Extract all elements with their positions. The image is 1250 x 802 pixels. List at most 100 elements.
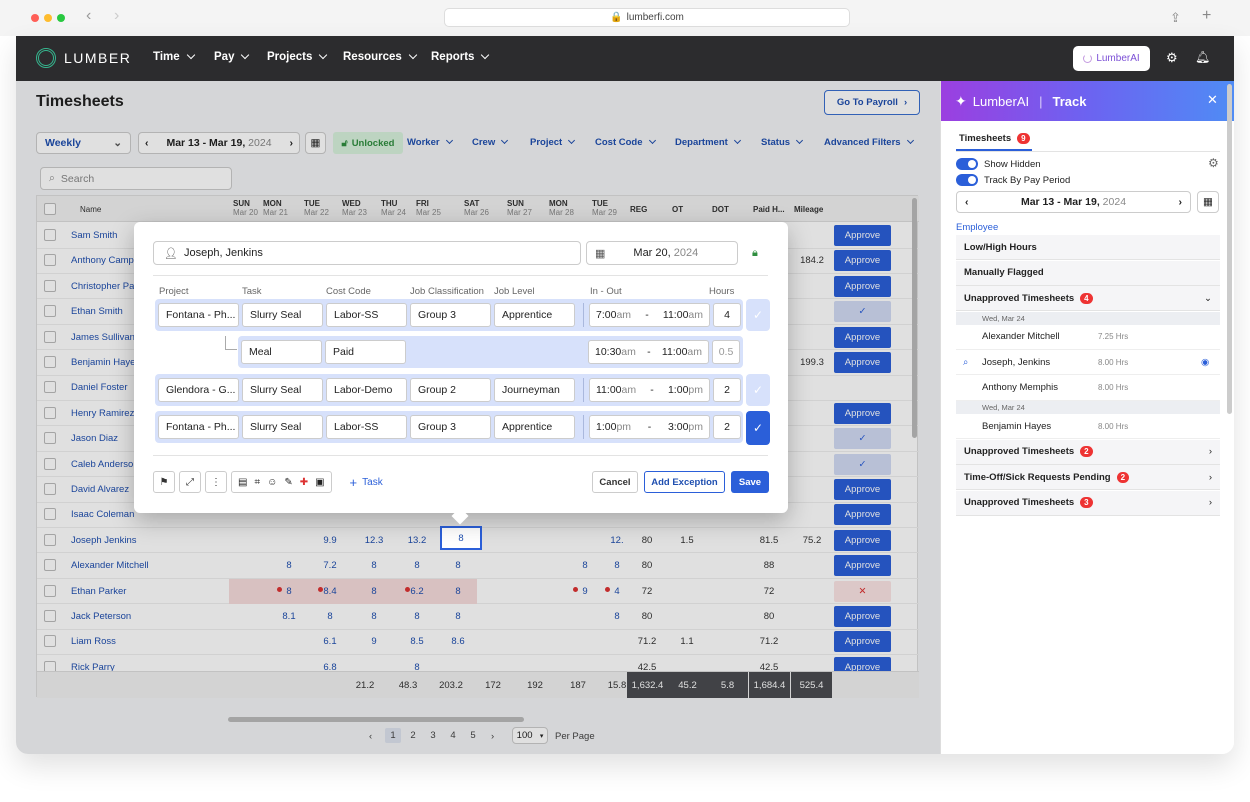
employee-list-item[interactable]: Benjamin Hayes 8.00 Hrs xyxy=(956,414,1220,439)
document-icon[interactable]: ▤ xyxy=(238,477,247,488)
meal-cost-field[interactable]: Paid xyxy=(325,340,406,364)
approve-entry-check-icon[interactable]: ✓ xyxy=(746,374,770,406)
lumberai-label: LumberAI xyxy=(1096,53,1140,64)
tab-count-badge: 9 xyxy=(1017,133,1030,144)
approve-entry-check-icon[interactable]: ✓ xyxy=(746,299,770,331)
nav-resources[interactable]: Resources xyxy=(343,51,416,63)
settings-icon[interactable]: ⚙ xyxy=(1208,156,1219,170)
maximize-window-icon[interactable] xyxy=(57,14,65,22)
injury-icon[interactable]: ✚ xyxy=(300,477,308,488)
count-badge: 2 xyxy=(1080,446,1093,457)
chevron-right-icon[interactable]: › xyxy=(1178,196,1182,208)
app-window: LUMBER Time Pay Projects Resources Repor… xyxy=(16,36,1234,754)
entry-cost-field[interactable]: Labor-Demo xyxy=(326,378,407,402)
gear-icon[interactable]: ⚙ xyxy=(1166,50,1178,66)
more-icon[interactable]: ⋮ xyxy=(205,471,227,493)
entry-level-field[interactable]: Journeyman xyxy=(494,378,575,402)
meal-out-time: 11:00 xyxy=(661,346,688,358)
meal-task-field[interactable]: Meal xyxy=(241,340,322,364)
minimize-window-icon[interactable] xyxy=(44,14,52,22)
meal-in-time: 10:30 xyxy=(595,346,622,358)
section-label: Unapproved Timesheets 2 xyxy=(964,446,1093,457)
entry-hours[interactable]: 4 xyxy=(713,303,741,327)
entry-project-field[interactable]: Glendora - G... xyxy=(158,378,239,402)
employee-list-item[interactable]: Alexander Mitchell 7.25 Hrs xyxy=(956,325,1220,350)
lumberai-button[interactable]: LumberAI xyxy=(1073,46,1150,71)
track-pay-period-toggle[interactable] xyxy=(956,174,978,186)
field-separator xyxy=(583,378,584,402)
entry-project-field[interactable]: Fontana - Ph... xyxy=(158,303,239,327)
lock-icon[interactable]: 🔒︎ xyxy=(752,247,758,260)
panel-section[interactable]: Manually Flagged xyxy=(956,260,1220,286)
tab-timesheets[interactable]: Timesheets 9 xyxy=(959,133,1030,144)
toolbox-icon[interactable]: ▣ xyxy=(315,477,324,488)
person-icon[interactable]: ☺ xyxy=(267,477,277,488)
col-project: Project xyxy=(159,286,189,297)
panel-section[interactable]: Low/High Hours xyxy=(956,235,1220,260)
employee-field[interactable]: 👤︎ Joseph, Jenkins xyxy=(153,241,581,265)
expand-icon[interactable]: ⤢ xyxy=(179,471,201,493)
chevron-left-icon[interactable]: ‹ xyxy=(965,196,969,208)
flag-icon[interactable]: ⚑ xyxy=(153,471,175,493)
hours-label: 8.00 Hrs xyxy=(1098,383,1129,392)
approve-entry-check-icon[interactable]: ✓ xyxy=(746,411,770,445)
entry-hours[interactable]: 2 xyxy=(713,415,741,439)
employee-name: Joseph, Jenkins xyxy=(183,247,263,259)
nav-reports[interactable]: Reports xyxy=(431,51,488,63)
entry-task-field[interactable]: Slurry Seal xyxy=(242,415,323,439)
entry-project-field[interactable]: Fontana - Ph... xyxy=(158,415,239,439)
close-window-icon[interactable] xyxy=(31,14,39,22)
panel-section[interactable]: Unapproved Timesheets 2 › xyxy=(956,439,1220,465)
time-out-ampm: pm xyxy=(688,384,703,396)
calendar-icon[interactable]: ▦ xyxy=(1197,191,1219,213)
forward-icon[interactable]: › xyxy=(114,7,119,25)
meal-time-field[interactable]: 10:30am -11:00am xyxy=(588,340,709,364)
eye-icon[interactable]: ◉ xyxy=(1201,357,1209,368)
entry-group-field[interactable]: Group 3 xyxy=(410,303,491,327)
meal-hours[interactable]: 0.5 xyxy=(712,340,740,364)
entry-hours[interactable]: 2 xyxy=(713,378,741,402)
new-tab-icon[interactable]: + xyxy=(1202,7,1211,25)
signature-icon[interactable]: ✎ xyxy=(284,477,292,488)
add-task-label: Task xyxy=(362,476,383,488)
panel-section[interactable]: Unapproved Timesheets 3 › xyxy=(956,490,1220,516)
nav-pay[interactable]: Pay xyxy=(214,51,248,63)
entry-cost-field[interactable]: Labor-SS xyxy=(326,415,407,439)
entry-level-field[interactable]: Apprentice xyxy=(494,415,575,439)
employee-list-item[interactable]: Anthony Memphis 8.00 Hrs xyxy=(956,376,1220,401)
back-icon[interactable]: ‹ xyxy=(86,7,91,25)
panel-section[interactable]: Time-Off/Sick Requests Pending 2 › xyxy=(956,465,1220,490)
entry-group-field[interactable]: Group 2 xyxy=(410,378,491,402)
nav-projects[interactable]: Projects xyxy=(267,51,326,63)
entry-time-field[interactable]: 1:00pm -3:00pm xyxy=(589,415,710,439)
entry-task-field[interactable]: Slurry Seal xyxy=(242,378,323,402)
close-icon[interactable]: ✕ xyxy=(1207,92,1218,108)
selected-cell[interactable]: 8 xyxy=(440,526,482,550)
scan-icon[interactable]: ⌗ xyxy=(254,477,260,488)
panel-date-range[interactable]: ‹ Mar 13 - Mar 19, 2024 › xyxy=(956,191,1191,213)
plus-icon: + xyxy=(349,474,358,490)
panel-section[interactable]: Unapproved Timesheets 4 ⌄ xyxy=(956,286,1220,311)
entry-task-field[interactable]: Slurry Seal xyxy=(242,303,323,327)
entry-group-field[interactable]: Group 3 xyxy=(410,415,491,439)
share-icon[interactable]: ⇪ xyxy=(1170,10,1181,26)
panel-scrollbar[interactable] xyxy=(1227,84,1232,414)
show-hidden-toggle[interactable] xyxy=(956,158,978,170)
entry-cost-field[interactable]: Labor-SS xyxy=(326,303,407,327)
entry-time-field[interactable]: 11:00am - 1:00pm xyxy=(589,378,710,402)
time-in-value: 11:00 xyxy=(596,384,622,396)
cancel-button[interactable]: Cancel xyxy=(592,471,638,493)
date-field[interactable]: ▦ Mar 20, 2024 xyxy=(586,241,738,265)
address-bar[interactable]: 🔒 lumberfi.com xyxy=(444,8,850,27)
nav-time[interactable]: Time xyxy=(153,51,194,63)
add-exception-button[interactable]: Add Exception xyxy=(644,471,725,493)
save-button[interactable]: Save xyxy=(731,471,769,493)
bell-icon[interactable]: 🔔︎ xyxy=(1195,50,1210,64)
employee-list-item[interactable]: Joseph, Jenkins 8.00 Hrs ⌕ ◉ xyxy=(956,350,1220,375)
brand-logo[interactable]: LUMBER xyxy=(36,48,131,68)
add-task-button[interactable]: + Task xyxy=(350,471,383,493)
hours-label: 7.25 Hrs xyxy=(1098,332,1129,341)
entry-time-field[interactable]: 7:00am -11:00am xyxy=(589,303,710,327)
entry-level-field[interactable]: Apprentice xyxy=(494,303,575,327)
time-in-value: 7:00 xyxy=(596,309,617,321)
